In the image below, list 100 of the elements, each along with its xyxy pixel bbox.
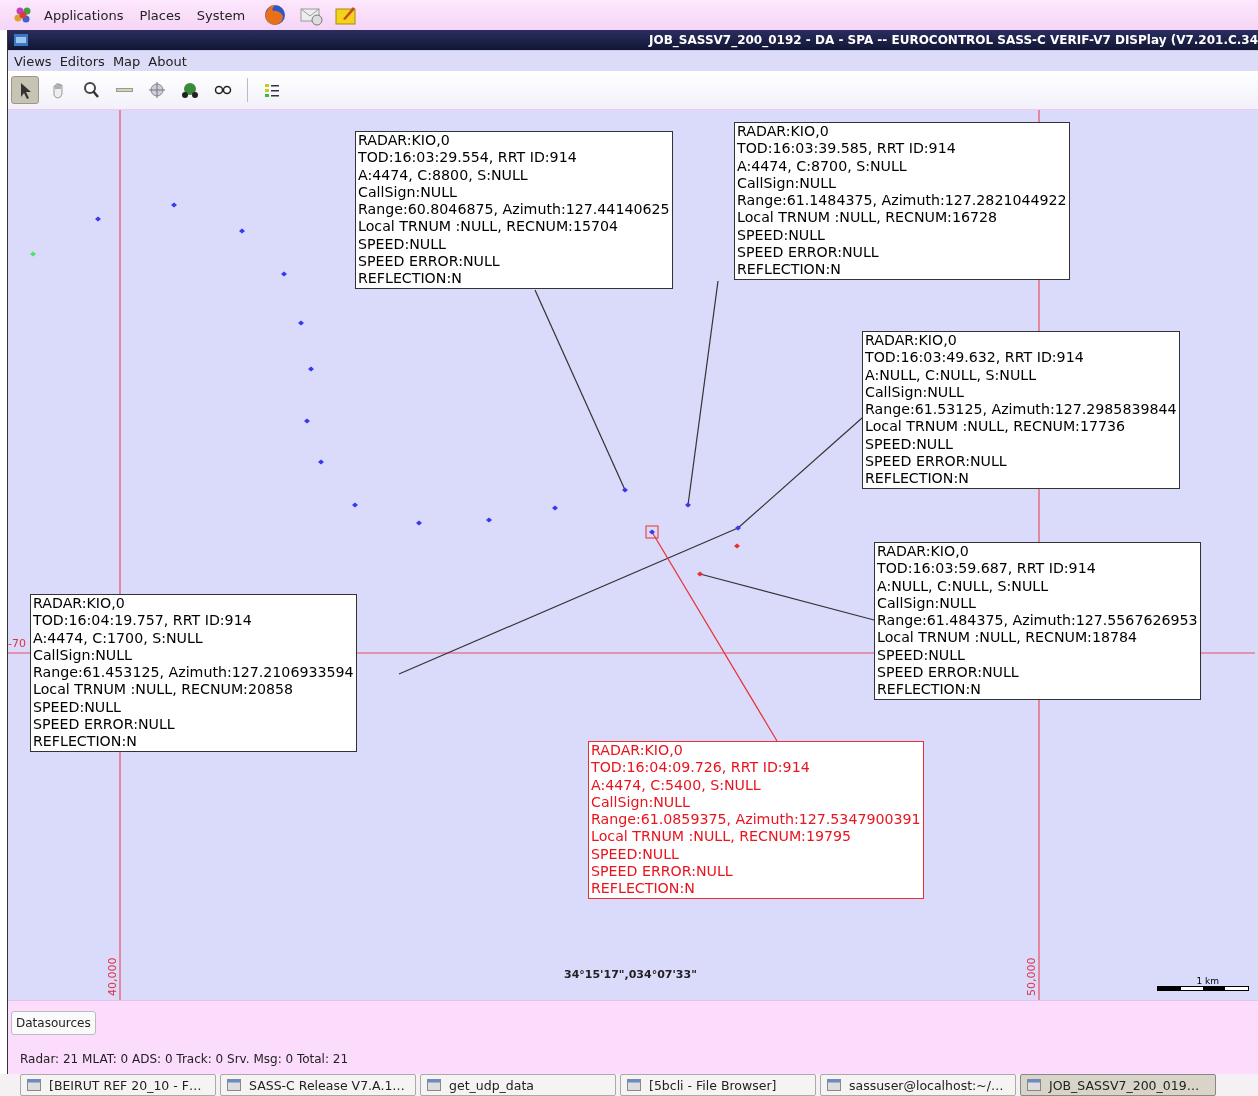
label-line: Range:61.484375, Azimuth:127.5567626953	[877, 612, 1198, 630]
grid-label: -70	[8, 637, 26, 650]
label-line: TOD:16:03:49.632, RRT ID:914	[865, 349, 1085, 367]
label-line: REFLECTION:N	[358, 270, 463, 288]
label-line: TOD:16:03:29.554, RRT ID:914	[358, 149, 578, 167]
scale-label: 1 km	[1195, 976, 1220, 986]
target-icon	[147, 80, 167, 100]
taskbar-button[interactable]: [5bcli - File Browser]	[620, 1074, 816, 1096]
status-text: Radar: 21 MLAT: 0 ADS: 0 Track: 0 Srv. Msg: 0 Total: 21	[20, 1052, 350, 1066]
label-line: CallSign:NULL	[737, 174, 837, 193]
label-line: RADAR:KIO,0	[877, 543, 970, 561]
label-line: Local TRNUM :NULL, RECNUM:18784	[877, 629, 1139, 647]
taskbar-button[interactable]: sassuser@localhost:~/…	[820, 1074, 1016, 1096]
label-line: SPEED ERROR:NULL	[591, 863, 734, 881]
label-line: A:4474, C:8700, S:NULL	[737, 157, 908, 175]
label-line: TOD:16:03:59.687, RRT ID:914	[877, 560, 1097, 578]
label-line: Local TRNUM :NULL, RECNUM:19795	[591, 828, 853, 846]
label-line: A:4474, C:1700, S:NULL	[33, 629, 204, 647]
label-line: Range:61.53125, Azimuth:127.2985839844	[865, 401, 1177, 419]
panel-menu[interactable]: System	[190, 5, 252, 25]
label-line: SPEED ERROR:NULL	[358, 253, 501, 271]
label-line: RADAR:KIO,0	[358, 132, 451, 150]
label-line: REFLECTION:N	[33, 733, 138, 751]
taskbar-button[interactable]: get_udp_data	[420, 1074, 616, 1096]
panel-menu[interactable]: Applications	[38, 5, 130, 25]
label-line: CallSign:NULL	[591, 793, 691, 812]
plot-point	[697, 571, 703, 577]
menu-item[interactable]: About	[148, 53, 187, 69]
label-line: SPEED ERROR:NULL	[865, 453, 1008, 471]
label-line: CallSign:NULL	[358, 183, 458, 202]
label-line: SPEED:NULL	[33, 698, 122, 717]
plot-point	[281, 271, 287, 277]
plot-point	[95, 216, 101, 222]
plot-point	[416, 520, 422, 526]
label-line: REFLECTION:N	[865, 470, 970, 488]
label-line: CallSign:NULL	[33, 646, 133, 665]
label-line: REFLECTION:N	[591, 880, 696, 898]
grid-label: 50,000	[1025, 957, 1038, 996]
plot-point	[30, 251, 36, 257]
label-line: TOD:16:04:09.726, RRT ID:914	[591, 759, 811, 777]
window-icon	[827, 1079, 841, 1091]
label-line: A:4474, C:5400, S:NULL	[591, 776, 762, 794]
label-line: TOD:16:03:39.585, RRT ID:914	[737, 140, 957, 158]
plot-point	[318, 459, 324, 465]
menu-item[interactable]: Editors	[59, 53, 105, 69]
window-title: JOB_SASSV7_200_0192 - DA - SPA -- EUROCONTROL SASS-C VERIF-V7 DISPlay (V7.201.C.34	[649, 33, 1258, 47]
menu-item[interactable]: Map	[112, 53, 141, 69]
taskbar-button[interactable]: SASS-C Release V7.A.1…	[220, 1074, 416, 1096]
plot-point	[239, 228, 245, 234]
label-line: SPEED:NULL	[877, 646, 966, 665]
grid-label: 40,000	[106, 957, 119, 996]
plot-point	[735, 525, 741, 531]
label-line: REFLECTION:N	[737, 261, 842, 279]
menu-item[interactable]: Views	[14, 53, 52, 69]
selection-square	[645, 525, 659, 539]
plot-point	[649, 529, 655, 535]
coordinate-readout: 34°15'17",034°07'33"	[564, 968, 697, 981]
zoom-icon	[81, 80, 101, 100]
label-line: Local TRNUM :NULL, RECNUM:16728	[737, 209, 999, 227]
plot-point	[734, 543, 740, 549]
label-line: SPEED ERROR:NULL	[877, 664, 1020, 682]
label-line: Range:61.0859375, Azimuth:127.5347900391	[591, 811, 921, 829]
label-line: SPEED:NULL	[591, 845, 680, 864]
label-line: SPEED:NULL	[358, 235, 447, 254]
label-line: Local TRNUM :NULL, RECNUM:17736	[865, 418, 1127, 436]
window-icon	[27, 1079, 41, 1091]
plot-point	[308, 366, 314, 372]
label-line: Local TRNUM :NULL, RECNUM:20858	[33, 681, 295, 699]
label-line: A:NULL, C:NULL, S:NULL	[877, 577, 1050, 595]
label-line: RADAR:KIO,0	[865, 332, 958, 350]
label-line: Range:60.8046875, Azimuth:127.44140625	[358, 201, 670, 219]
label-line: A:NULL, C:NULL, S:NULL	[865, 366, 1038, 384]
window-icon	[14, 34, 28, 46]
window-icon	[1027, 1079, 1041, 1091]
label-line: SPEED ERROR:NULL	[33, 716, 176, 734]
panel-menu[interactable]: Places	[133, 5, 187, 25]
taskbar-button[interactable]: JOB_SASSV7_200_019…	[1020, 1074, 1216, 1096]
plot-point	[622, 487, 628, 493]
plot-point	[298, 320, 304, 326]
window-icon	[427, 1079, 441, 1091]
label-line: RADAR:KIO,0	[33, 595, 126, 613]
label-line: SPEED:NULL	[865, 435, 954, 454]
label-line: Local TRNUM :NULL, RECNUM:15704	[358, 218, 620, 236]
datasources-button[interactable]: Datasources	[11, 1011, 96, 1035]
plot-point	[352, 502, 358, 508]
plot-point	[685, 502, 691, 508]
window-icon	[627, 1079, 641, 1091]
pointer-tool-button[interactable]	[11, 76, 39, 104]
label-line: Range:61.453125, Azimuth:127.2106933594	[33, 664, 354, 682]
label-line: RADAR:KIO,0	[737, 123, 830, 141]
window-icon	[227, 1079, 241, 1091]
browser-icon[interactable]	[263, 3, 288, 27]
label-line: TOD:16:04:19.757, RRT ID:914	[33, 612, 253, 630]
taskbar-button[interactable]: [BEIRUT REF 20_10 - F…	[20, 1074, 216, 1096]
label-line: REFLECTION:N	[877, 681, 982, 699]
notepad-icon[interactable]	[335, 5, 358, 25]
label-line: Range:61.1484375, Azimuth:127.2821044922	[737, 192, 1067, 210]
plot-point	[552, 505, 558, 511]
label-line: SPEED ERROR:NULL	[737, 244, 880, 262]
plot-point	[304, 418, 310, 424]
